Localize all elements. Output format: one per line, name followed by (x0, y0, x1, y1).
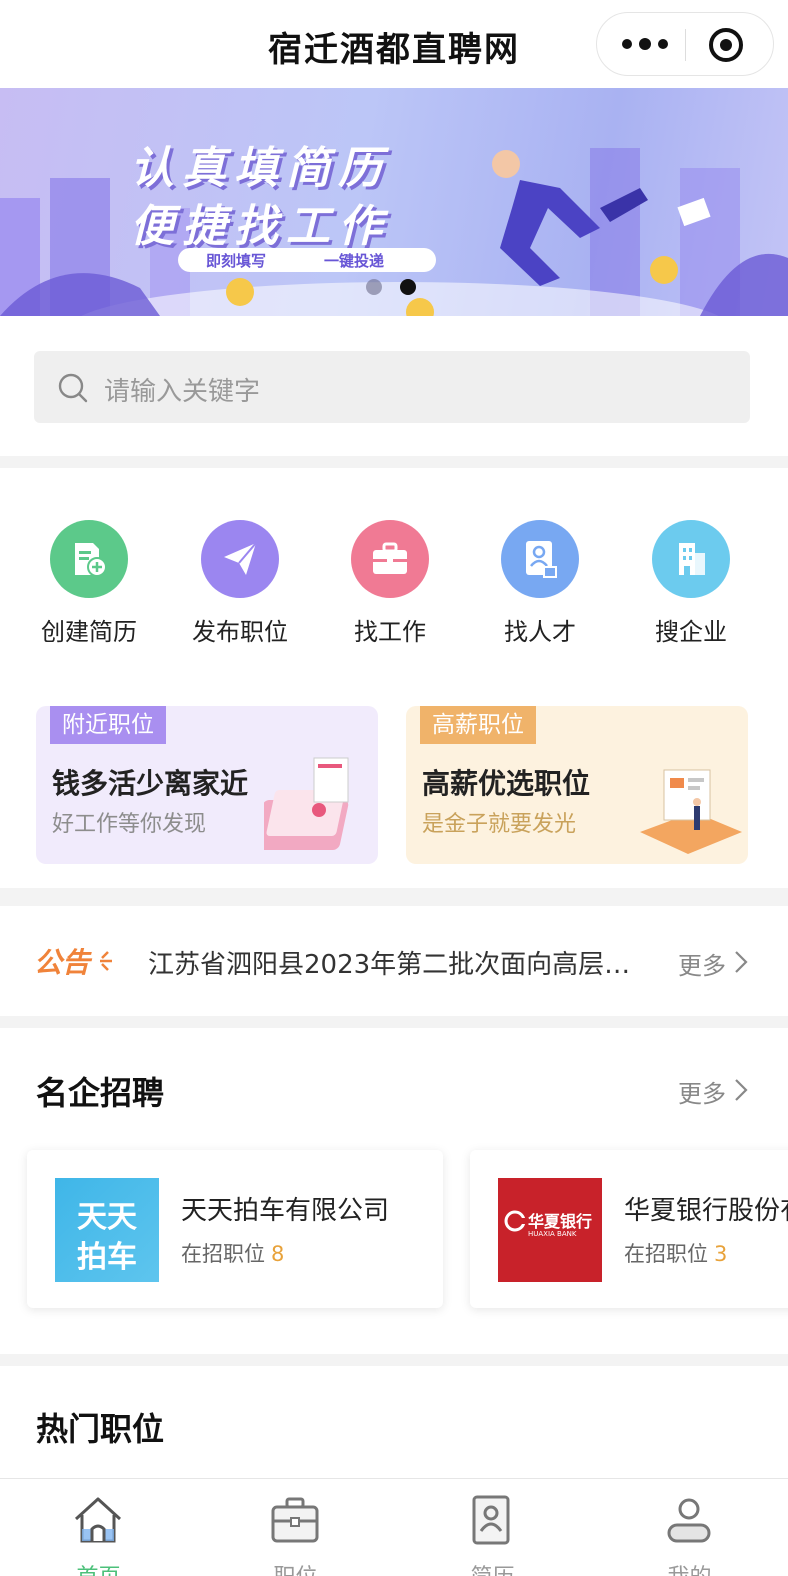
bank-emblem-icon (504, 1210, 526, 1232)
nearby-jobs-card[interactable]: 附近职位 钱多活少离家近 好工作等你发现 (36, 706, 378, 864)
company-name: 天天拍车有限公司 (181, 1196, 390, 1226)
close-miniprogram-icon[interactable] (707, 26, 745, 64)
quick-search-company[interactable]: 搜企业 (616, 520, 766, 650)
tab-label: 简历 (394, 1559, 591, 1576)
company-card[interactable]: 天天 拍车 天天拍车有限公司 在招职位 8 (27, 1150, 443, 1308)
tab-label: 首页 (0, 1559, 197, 1576)
office-illustration (640, 769, 742, 854)
search-input[interactable]: 请输入关键字 (34, 351, 750, 423)
briefcase-icon (271, 1497, 319, 1543)
notice-more-link[interactable]: 更多 (678, 946, 726, 981)
tab-resume[interactable]: 简历 (394, 1479, 591, 1576)
logo-text: HUAXIA BANK (528, 1230, 577, 1238)
banner-carousel[interactable]: 认真填简历 便捷找工作 即刻填写 一键投递 (0, 88, 788, 316)
notice-text[interactable]: 江苏省泗阳县2023年第二批次面向高层次人才公开招聘 (148, 944, 638, 981)
home-icon (74, 1497, 122, 1543)
card-title: 钱多活少离家近 (52, 767, 249, 800)
job-count-value: 3 (714, 1242, 728, 1266)
section-title: 热门职位 (36, 1410, 165, 1448)
company-name: 华夏银行股份有限公司 (624, 1196, 788, 1226)
company-job-count: 在招职位 8 (181, 1238, 284, 1268)
section-divider (0, 888, 788, 906)
search-section: 请输入关键字 (0, 316, 788, 456)
company-job-count: 在招职位 3 (624, 1238, 727, 1268)
notice-bar[interactable]: 公告 江苏省泗阳县2023年第二批次面向高层次人才公开招聘 更多 (0, 906, 788, 1016)
chevron-right-icon (735, 951, 748, 973)
banner-headline-2: 便捷找工作 (130, 201, 390, 252)
search-icon (58, 373, 88, 403)
company-logo: 天天 拍车 (55, 1178, 159, 1282)
featured-companies-section: 名企招聘 更多 天天 拍车 天天拍车有限公司 在招职位 8 华夏银行 HUAXIA… (0, 1028, 788, 1354)
building-icon (679, 543, 705, 575)
carousel-dot-active[interactable] (400, 279, 416, 295)
card-subtitle: 是金子就要发光 (422, 812, 577, 837)
tab-profile[interactable]: 我的 (591, 1479, 788, 1576)
carousel-dot[interactable] (366, 279, 382, 295)
top-navigation-bar: 宿迁酒都直聘网 (0, 0, 788, 88)
map-phone-illustration (264, 757, 349, 850)
logo-text: 华夏银行 (528, 1212, 593, 1231)
person-card-icon (526, 541, 557, 578)
card-tag: 附近职位 (50, 706, 166, 744)
quick-item-circle (201, 520, 279, 598)
carousel-indicator (366, 279, 426, 297)
tab-label: 职位 (197, 1559, 394, 1576)
hot-jobs-section: 热门职位 (0, 1366, 788, 1478)
quick-post-job[interactable]: 发布职位 (165, 520, 315, 650)
chevron-right-icon (735, 1079, 748, 1101)
logo-text: 天天 (77, 1200, 137, 1235)
quick-item-circle (351, 520, 429, 598)
banner-headline-1: 认真填简历 (130, 143, 390, 194)
section-title: 名企招聘 (36, 1074, 165, 1112)
companies-more-link[interactable]: 更多 (678, 1074, 726, 1109)
search-placeholder: 请输入关键字 (104, 377, 261, 407)
tab-jobs[interactable]: 职位 (197, 1479, 394, 1576)
card-subtitle: 好工作等你发现 (52, 812, 207, 837)
company-card[interactable]: 华夏银行 HUAXIA BANK 华夏银行股份有限公司 在招职位3 (470, 1150, 788, 1308)
quick-create-resume[interactable]: 创建简历 (14, 520, 164, 650)
quick-item-label: 搜企业 (655, 618, 727, 646)
quick-item-label: 找人才 (504, 618, 576, 646)
job-count-value: 8 (271, 1242, 285, 1266)
announcement-badge: 公告 (34, 946, 112, 978)
tab-home[interactable]: 首页 (0, 1479, 197, 1576)
bottom-tab-bar: 首页 职位 简历 我的 (0, 1478, 788, 1576)
banner-pill-right: 一键投递 (324, 252, 385, 270)
high-salary-card[interactable]: 高薪职位 高薪优选职位 是金子就要发光 (406, 706, 748, 864)
quick-item-circle (501, 520, 579, 598)
resume-icon (472, 1495, 510, 1545)
quick-find-talent[interactable]: 找人才 (465, 520, 615, 650)
logo-text: 拍车 (77, 1240, 137, 1275)
job-count-label: 在招职位 (624, 1242, 708, 1266)
capsule-divider (685, 29, 686, 61)
quick-item-label: 发布职位 (192, 618, 288, 646)
user-icon (667, 1498, 711, 1543)
tab-label: 我的 (591, 1559, 788, 1576)
banner-pill: 即刻填写 一键投递 (178, 248, 436, 272)
section-divider (0, 456, 788, 468)
quick-item-label: 创建简历 (41, 618, 137, 646)
paper-plane-icon (224, 542, 257, 575)
quick-find-job[interactable]: 找工作 (315, 520, 465, 650)
banner-pill-left: 即刻填写 (206, 252, 267, 270)
quick-item-circle (652, 520, 730, 598)
quick-menu-section: 创建简历 发布职位 找工作 找人才 搜企业 附近职位 钱多活少离家近 好工作等你… (0, 468, 788, 888)
quick-item-label: 找工作 (354, 618, 426, 646)
more-options-icon[interactable] (621, 31, 669, 57)
quick-item-circle (50, 520, 128, 598)
miniprogram-capsule (596, 12, 774, 76)
svg-text:公告: 公告 (34, 946, 93, 978)
company-logo: 华夏银行 HUAXIA BANK (498, 1178, 602, 1282)
card-title: 高薪优选职位 (422, 767, 591, 800)
job-count-label: 在招职位 (181, 1242, 265, 1266)
briefcase-icon (373, 542, 407, 574)
card-tag: 高薪职位 (420, 706, 536, 744)
section-divider (0, 1016, 788, 1028)
section-divider (0, 1354, 788, 1366)
resume-create-icon (75, 543, 107, 577)
